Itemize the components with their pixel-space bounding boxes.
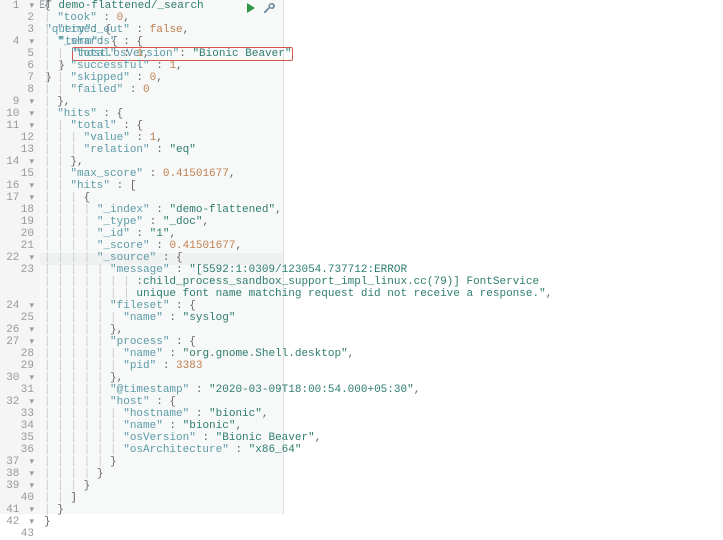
response-viewer[interactable]: 1 ▾234 ▾56789 ▾10 ▾11 ▾121314 ▾1516 ▾17 … [284, 0, 723, 514]
response-code: {| "took" : 0,| "timed_out" : false,| "_… [284, 0, 723, 514]
